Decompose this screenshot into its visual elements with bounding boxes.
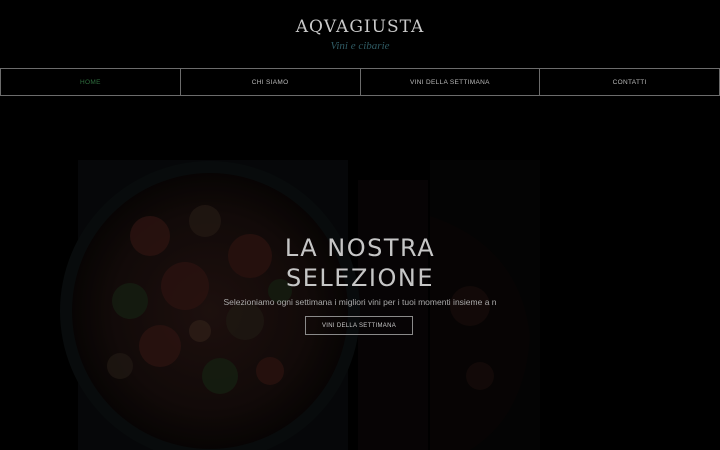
nav-item-home[interactable]: HOME bbox=[0, 69, 180, 95]
hero-subtitle: Selezioniamo ogni settimana i migliori v… bbox=[223, 297, 497, 307]
vini-della-settimana-button[interactable]: VINI DELLA SETTIMANA bbox=[305, 316, 413, 335]
site-tagline: Vini e cibarie bbox=[330, 40, 390, 52]
nav-item-chi-siamo[interactable]: CHI SIAMO bbox=[179, 69, 360, 95]
hero-title: LA NOSTRA SELEZIONE bbox=[0, 233, 720, 293]
nav-item-contatti[interactable]: CONTATTI bbox=[539, 69, 720, 95]
site-logo[interactable]: AQVAGIUSTA bbox=[0, 17, 720, 37]
hero-section: LA NOSTRA SELEZIONE Selezioniamo ogni se… bbox=[0, 96, 720, 450]
site-header: AQVAGIUSTA Vini e cibarie bbox=[0, 0, 720, 68]
main-nav: HOME CHI SIAMO VINI DELLA SETTIMANA CONT… bbox=[0, 68, 720, 96]
hero-title-line-1: LA NOSTRA bbox=[284, 234, 436, 262]
nav-item-vini-della-settimana[interactable]: VINI DELLA SETTIMANA bbox=[359, 69, 540, 95]
hero-title-line-2: SELEZIONE bbox=[286, 264, 434, 292]
